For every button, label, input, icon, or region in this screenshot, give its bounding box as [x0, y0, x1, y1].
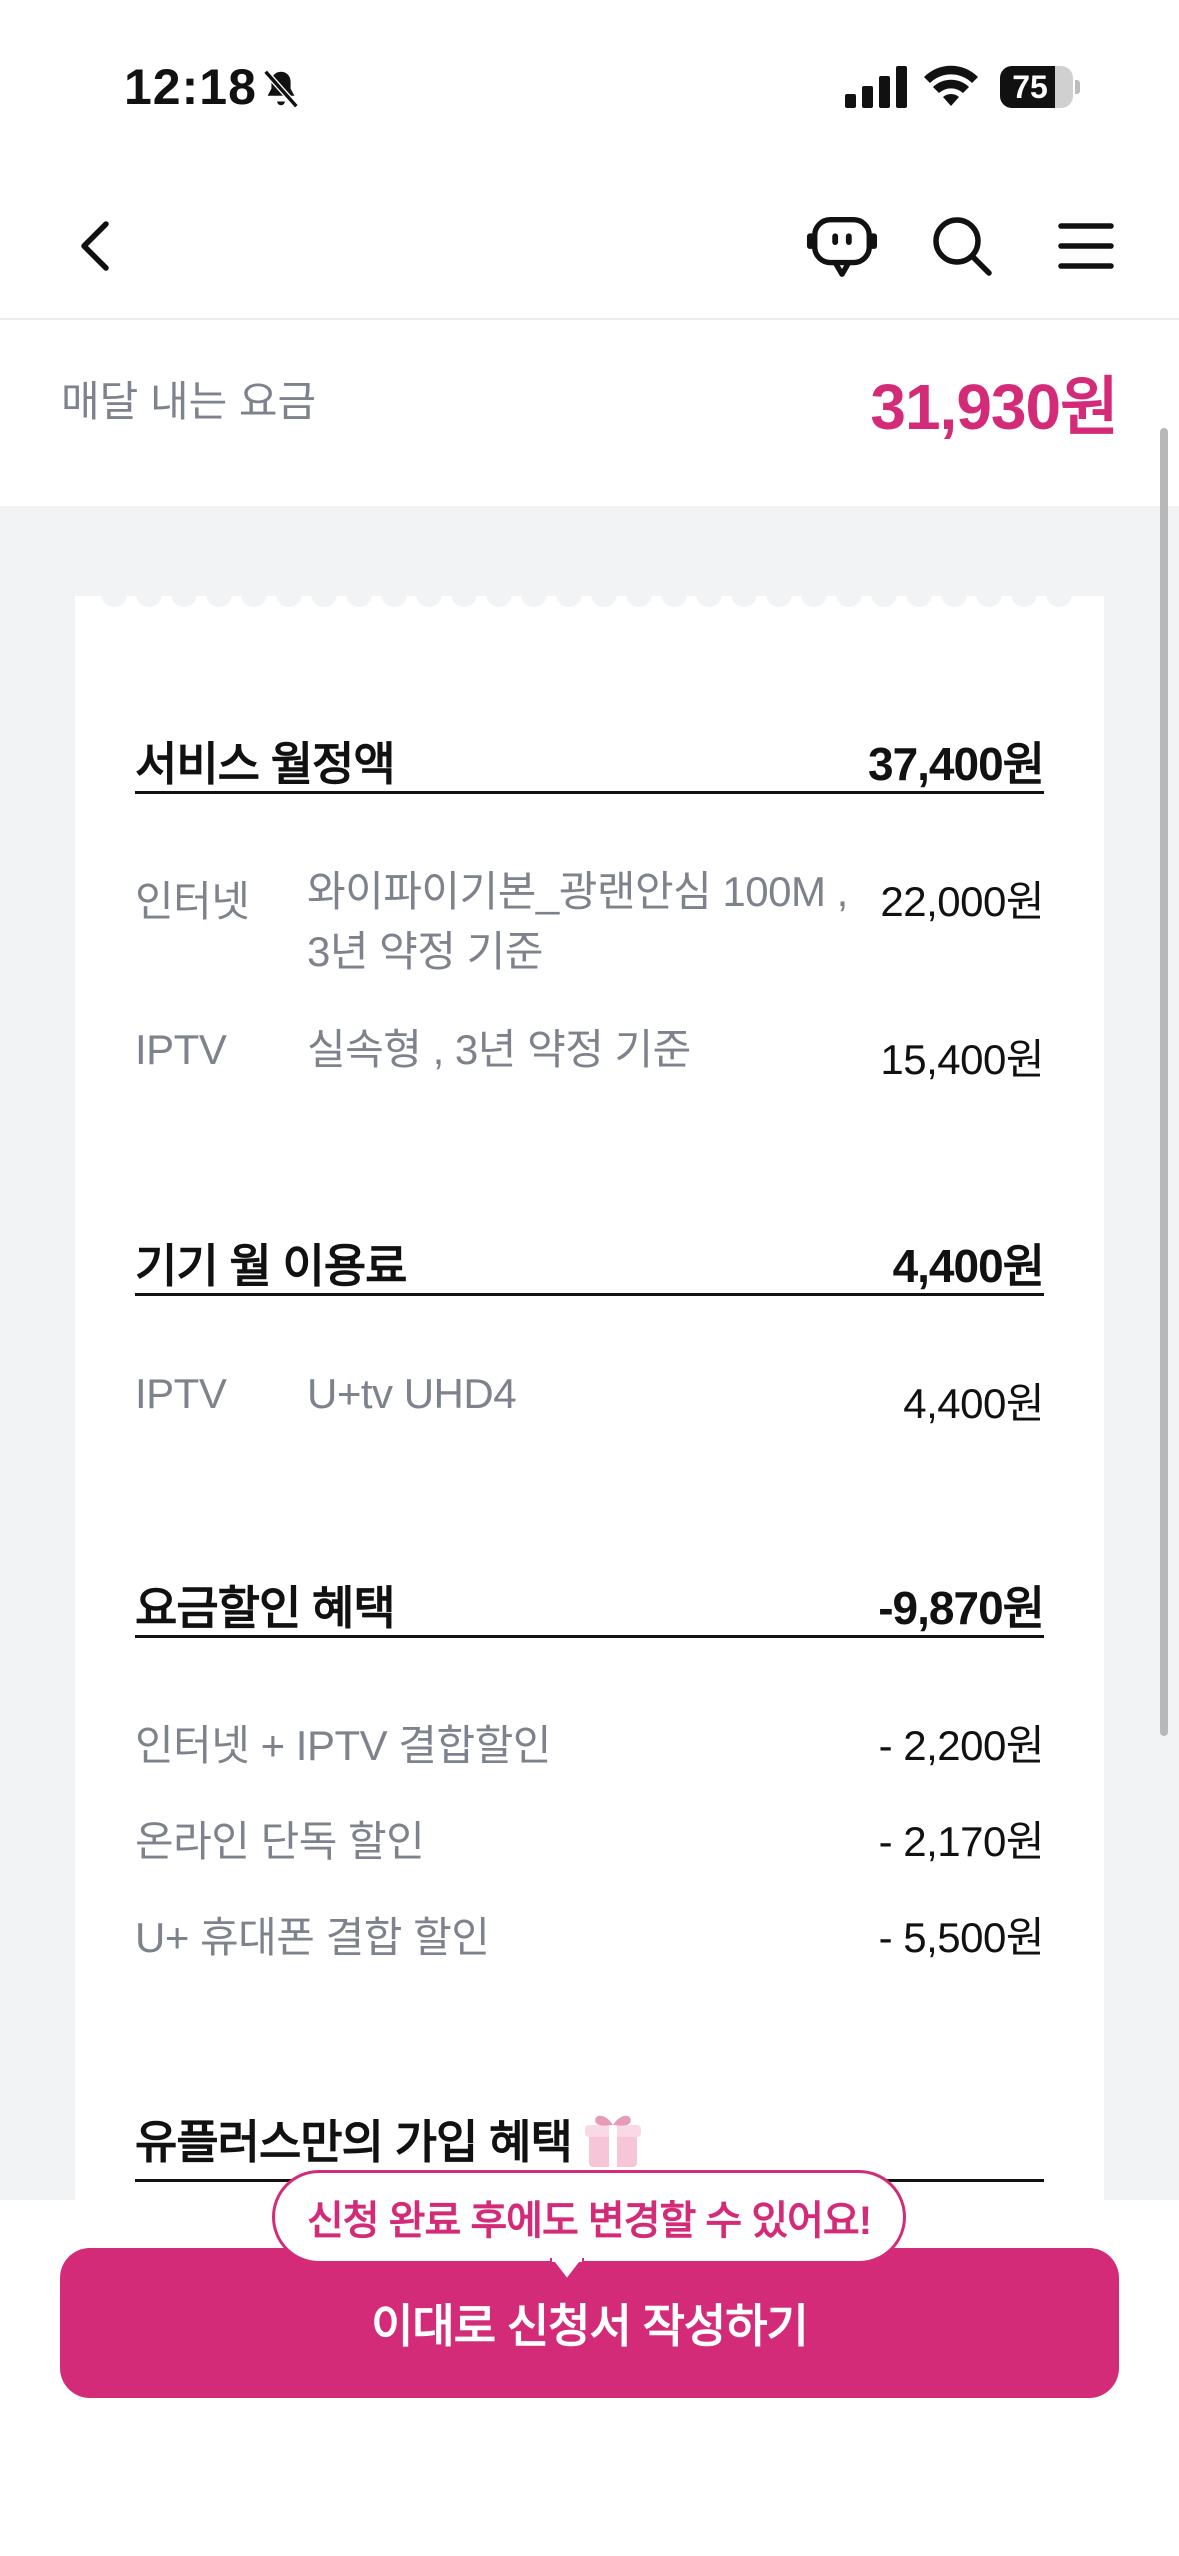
wifi-icon [924, 65, 978, 106]
receipt-torn-edge [101, 594, 1072, 607]
discount-item-price: - 2,200원 [878, 1722, 1045, 1769]
back-icon [81, 221, 109, 271]
row-description: U+tv UHD4 [307, 1370, 517, 1417]
row-category: IPTV [135, 1370, 227, 1417]
discount-item-price: - 2,170원 [878, 1818, 1045, 1865]
benefit-title-wrap: 유플러스만의 가입 혜택 [135, 2106, 644, 2177]
row-price: 15,400원 [880, 1036, 1044, 1083]
search-icon [933, 217, 992, 276]
change-notice-tooltip: 신청 완료 후에도 변경할 수 있어요! [272, 2170, 906, 2264]
scrollbar[interactable] [1160, 428, 1168, 1736]
row-category: IPTV [135, 1026, 227, 1073]
section-amount: 4,400원 [892, 1240, 1045, 1292]
row-description: 실속형 , 3년 약정 기준 [307, 1026, 691, 1073]
cellular-signal-icon [845, 66, 907, 108]
row-description: 와이파이기본_광랜안심 100M , [307, 868, 848, 915]
device-fee-header: 기기 월 이용료 4,400원 [135, 1216, 1045, 1296]
gift-icon [584, 2115, 641, 2167]
menu-icon [1058, 223, 1114, 269]
search-button[interactable] [926, 210, 998, 282]
row-category: 인터넷 [135, 878, 250, 925]
section-title: 유플러스만의 가입 혜택 [135, 2116, 573, 2168]
section-amount: 37,400원 [867, 738, 1045, 790]
status-time: 12:18 [124, 59, 257, 115]
chatbot-icon [806, 217, 878, 277]
write-application-button[interactable]: 이대로 신청서 작성하기 [60, 2248, 1119, 2398]
status-bar: 12:18 75 [0, 0, 1179, 170]
row-price: 22,000원 [880, 878, 1044, 925]
menu-button[interactable] [1050, 210, 1122, 282]
row-price: 4,400원 [903, 1380, 1044, 1427]
discount-item-label: 온라인 단독 할인 [135, 1818, 425, 1865]
discount-item-price: - 5,500원 [878, 1914, 1045, 1961]
battery-indicator: 75 [1000, 66, 1080, 108]
service-fee-header: 서비스 월정액 37,400원 [135, 714, 1045, 794]
top-navigation-bar [0, 170, 1179, 320]
discount-item-label: U+ 휴대폰 결합 할인 [135, 1914, 490, 1961]
monthly-fee-summary: 매달 내는 요금 31,930원 [0, 322, 1179, 506]
battery-percent: 75 [1012, 69, 1048, 105]
section-title: 요금할인 혜택 [135, 1582, 396, 1634]
back-button[interactable] [60, 210, 132, 282]
section-title: 기기 월 이용료 [135, 1240, 407, 1292]
bell-off-icon [263, 69, 299, 109]
discount-item-label: 인터넷 + IPTV 결합할인 [135, 1722, 551, 1769]
cta-label: 이대로 신청서 작성하기 [371, 2300, 809, 2352]
fee-receipt-card [75, 596, 1104, 2296]
section-title: 서비스 월정액 [135, 738, 396, 790]
row-description-line2: 3년 약정 기준 [307, 928, 543, 975]
chatbot-button[interactable] [806, 210, 878, 282]
discount-header: 요금할인 혜택 -9,870원 [135, 1558, 1045, 1638]
monthly-fee-value: 31,930원 [870, 371, 1119, 443]
tooltip-tail [550, 2258, 584, 2282]
section-amount: -9,870원 [878, 1582, 1045, 1634]
monthly-fee-label: 매달 내는 요금 [61, 378, 317, 425]
tooltip-text: 신청 완료 후에도 변경할 수 있어요! [306, 2199, 872, 2243]
